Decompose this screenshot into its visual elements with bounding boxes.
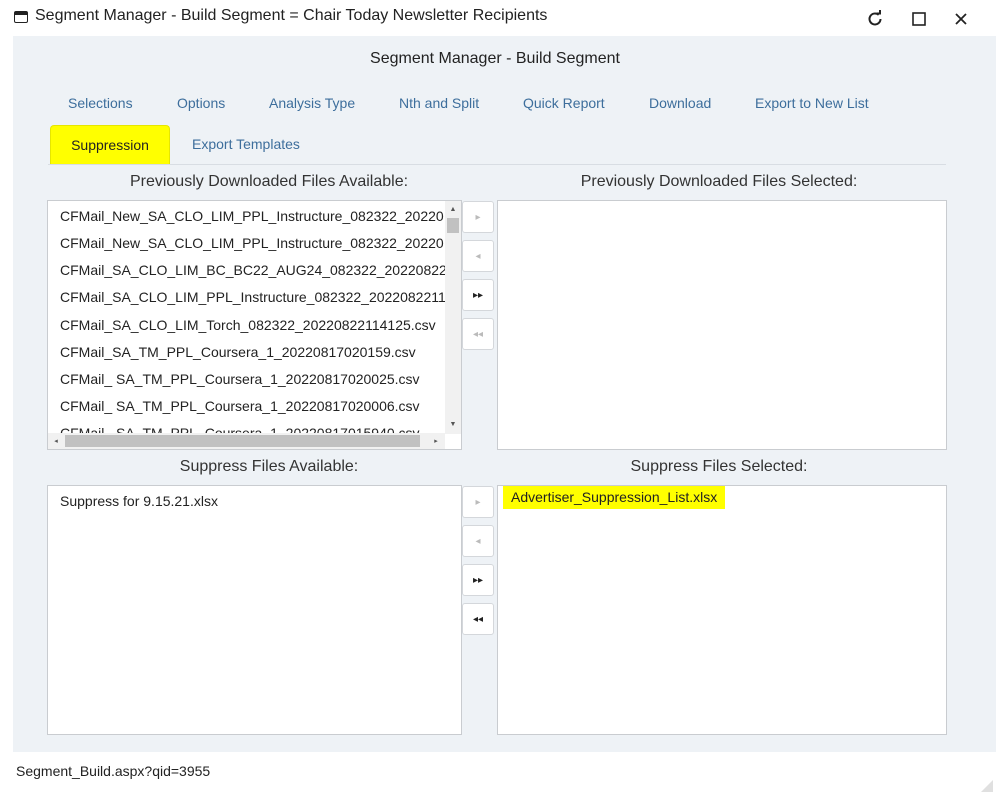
scroll-left-icon[interactable]: ◂ — [49, 434, 63, 448]
list-item[interactable]: CFMail_ SA_TM_PPL_Coursera_1_20220817020… — [60, 398, 420, 414]
add-suppress-button[interactable]: ▸ — [462, 486, 494, 518]
remove-suppress-button[interactable]: ◂ — [462, 525, 494, 557]
suppress-available-list[interactable]: Suppress for 9.15.21.xlsx — [47, 485, 462, 735]
scroll-right-icon[interactable]: ▸ — [429, 434, 443, 448]
tab-suppression[interactable]: Suppression — [50, 125, 170, 164]
scroll-down-icon[interactable]: ▼ — [446, 417, 460, 431]
tab-options[interactable]: Options — [177, 95, 225, 111]
maximize-icon[interactable] — [906, 6, 932, 32]
tab-export-templates[interactable]: Export Templates — [192, 136, 300, 152]
list-item[interactable]: Advertiser_Suppression_List.xlsx — [503, 486, 726, 509]
resize-grip-icon[interactable] — [981, 779, 993, 792]
page-title: Segment Manager - Build Segment — [370, 50, 620, 67]
window-titlebar: Segment Manager - Build Segment = Chair … — [0, 0, 996, 36]
window-icon — [14, 11, 28, 23]
list-item[interactable]: Suppress for 9.15.21.xlsx — [60, 493, 218, 509]
list-item[interactable]: CFMail_SA_CLO_LIM_Torch_082322_202208221… — [60, 317, 436, 333]
selected-file-label: Advertiser_Suppression_List.xlsx — [503, 486, 726, 509]
add-downloaded-button[interactable]: ▸ — [462, 201, 494, 233]
tab-nth-and-split[interactable]: Nth and Split — [399, 95, 479, 111]
vertical-scrollbar[interactable]: ▲ ▼ — [445, 201, 461, 434]
remove-all-downloaded-button[interactable]: ◂◂ — [462, 318, 494, 350]
refresh-icon[interactable] — [862, 6, 888, 32]
status-bar-url: Segment_Build.aspx?qid=3955 — [16, 763, 211, 779]
tab-divider — [48, 164, 946, 165]
downloaded-selected-label: Previously Downloaded Files Selected: — [580, 173, 858, 190]
suppress-available-label: Suppress Files Available: — [179, 458, 359, 475]
remove-downloaded-button[interactable]: ◂ — [462, 240, 494, 272]
scroll-thumb[interactable] — [65, 435, 420, 447]
window-title: Segment Manager - Build Segment = Chair … — [35, 7, 548, 24]
tab-export-to-new-list[interactable]: Export to New List — [755, 95, 869, 111]
list-item[interactable]: CFMail_New_SA_CLO_LIM_PPL_Instructure_08… — [60, 235, 444, 251]
remove-all-suppress-button[interactable]: ◂◂ — [462, 603, 494, 635]
suppress-selected-list[interactable]: Advertiser_Suppression_List.xlsx — [497, 485, 947, 735]
tab-analysis-type[interactable]: Analysis Type — [269, 95, 355, 111]
scroll-up-icon[interactable]: ▲ — [446, 202, 460, 216]
downloaded-available-label: Previously Downloaded Files Available: — [129, 173, 409, 190]
tab-selections[interactable]: Selections — [68, 95, 133, 111]
tab-download[interactable]: Download — [649, 95, 711, 111]
suppress-selected-label: Suppress Files Selected: — [630, 458, 808, 475]
tab-quick-report[interactable]: Quick Report — [523, 95, 605, 111]
list-item[interactable]: CFMail_SA_CLO_LIM_PPL_Instructure_082322… — [60, 289, 446, 305]
list-item[interactable]: CFMail_SA_TM_PPL_Coursera_1_202208170201… — [60, 344, 416, 360]
list-item[interactable]: CFMail_SA_CLO_LIM_BC_BC22_AUG24_082322_2… — [60, 262, 447, 278]
add-all-downloaded-button[interactable]: ▸▸ — [462, 279, 494, 311]
horizontal-scrollbar[interactable]: ◂ ▸ — [48, 433, 445, 449]
downloaded-selected-list[interactable] — [497, 200, 947, 450]
close-icon[interactable] — [948, 6, 974, 32]
list-item[interactable]: CFMail_New_SA_CLO_LIM_PPL_Instructure_08… — [60, 208, 444, 224]
list-item[interactable]: CFMail_ SA_TM_PPL_Coursera_1_20220817020… — [60, 371, 420, 387]
add-all-suppress-button[interactable]: ▸▸ — [462, 564, 494, 596]
downloaded-available-list[interactable]: CFMail_New_SA_CLO_LIM_PPL_Instructure_08… — [47, 200, 462, 450]
scroll-thumb[interactable] — [447, 218, 459, 233]
